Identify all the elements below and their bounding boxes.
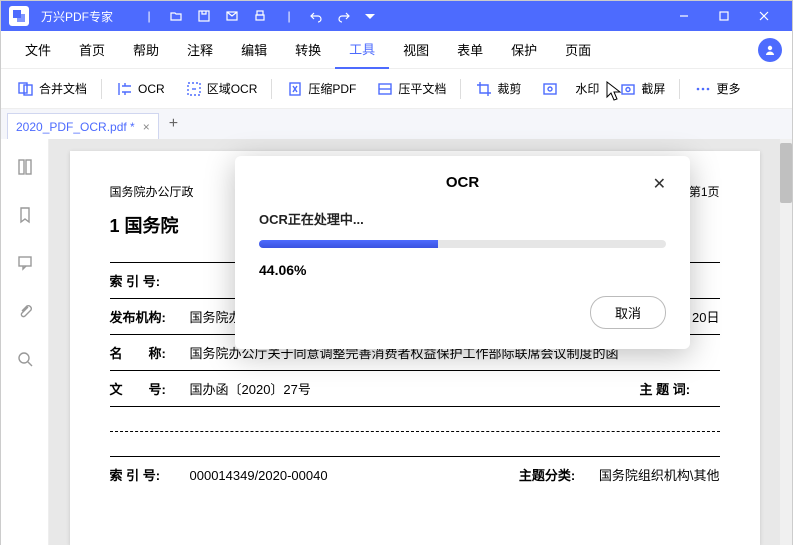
- print-icon[interactable]: [253, 9, 269, 23]
- scrollbar-thumb[interactable]: [780, 143, 792, 203]
- quick-access-toolbar: | |: [141, 9, 381, 23]
- menu-annotate[interactable]: 注释: [173, 31, 227, 69]
- progress-status: OCR正在处理中...: [259, 209, 666, 228]
- watermark-button[interactable]: 水印: [533, 76, 607, 102]
- more-button[interactable]: 更多: [686, 76, 748, 102]
- screenshot-button[interactable]: 截屏: [611, 76, 673, 102]
- compress-icon: [286, 80, 304, 98]
- mail-icon[interactable]: [225, 9, 241, 23]
- crop-button[interactable]: 裁剪: [467, 76, 529, 102]
- close-button[interactable]: [744, 1, 784, 31]
- tab-close-icon[interactable]: ×: [143, 120, 150, 134]
- merge-icon: [17, 80, 35, 98]
- flatten-button[interactable]: 压平文档: [368, 76, 454, 102]
- merge-button[interactable]: 合并文档: [9, 76, 95, 102]
- minimize-button[interactable]: [664, 1, 704, 31]
- toolbar: 合并文档 OCR 区域OCR 压缩PDF 压平文档 裁剪 水印 截屏 更多: [1, 69, 792, 109]
- thumbnails-icon[interactable]: [15, 157, 35, 177]
- menu-protect[interactable]: 保护: [497, 31, 551, 69]
- save-icon[interactable]: [197, 9, 213, 23]
- menu-convert[interactable]: 转换: [281, 31, 335, 69]
- flatten-icon: [376, 80, 394, 98]
- close-icon[interactable]: ✕: [653, 174, 666, 194]
- divider-icon: |: [141, 9, 157, 23]
- user-avatar-icon[interactable]: [758, 38, 782, 62]
- menubar: 文件 首页 帮助 注释 编辑 转换 工具 视图 表单 保护 页面: [1, 31, 792, 69]
- attachments-icon[interactable]: [15, 301, 35, 321]
- search-icon[interactable]: [15, 349, 35, 369]
- menu-file[interactable]: 文件: [11, 31, 65, 69]
- page-number: 第1页: [689, 183, 720, 200]
- bookmark-icon[interactable]: [15, 205, 35, 225]
- divider-icon: |: [281, 9, 297, 23]
- area-ocr-button[interactable]: 区域OCR: [177, 76, 266, 102]
- titlebar: 万兴PDF专家 | |: [1, 1, 792, 31]
- maximize-button[interactable]: [704, 1, 744, 31]
- comments-icon[interactable]: [15, 253, 35, 273]
- ocr-button[interactable]: OCR: [108, 76, 173, 102]
- ocr-icon: [116, 80, 134, 98]
- dialog-title: OCR: [446, 174, 479, 191]
- camera-icon: [619, 80, 637, 98]
- menu-home[interactable]: 首页: [65, 31, 119, 69]
- redo-icon[interactable]: [337, 9, 353, 23]
- document-tab[interactable]: 2020_PDF_OCR.pdf * ×: [7, 113, 159, 139]
- more-icon: [694, 80, 712, 98]
- watermark-icon: [541, 80, 559, 98]
- menu-page[interactable]: 页面: [551, 31, 605, 69]
- menu-form[interactable]: 表单: [443, 31, 497, 69]
- cancel-button[interactable]: 取消: [590, 296, 666, 329]
- tabbar: 2020_PDF_OCR.pdf * × +: [1, 109, 792, 139]
- undo-icon[interactable]: [309, 9, 325, 23]
- doc-header-left: 国务院办公厅政: [110, 183, 194, 200]
- vertical-scrollbar[interactable]: [780, 139, 792, 545]
- menu-view[interactable]: 视图: [389, 31, 443, 69]
- window-controls: [664, 1, 784, 31]
- dropdown-icon[interactable]: [365, 9, 381, 23]
- menu-help[interactable]: 帮助: [119, 31, 173, 69]
- menu-edit[interactable]: 编辑: [227, 31, 281, 69]
- crop-icon: [475, 80, 493, 98]
- compress-button[interactable]: 压缩PDF: [278, 76, 364, 102]
- app-title: 万兴PDF专家: [41, 8, 113, 25]
- progress-percent: 44.06%: [259, 262, 666, 278]
- tab-title: 2020_PDF_OCR.pdf *: [16, 120, 135, 134]
- ocr-progress-dialog: OCR ✕ OCR正在处理中... 44.06% 取消: [235, 156, 690, 349]
- app-logo-icon: [9, 6, 29, 26]
- menu-tools[interactable]: 工具: [335, 31, 389, 69]
- area-ocr-icon: [185, 80, 203, 98]
- add-tab-button[interactable]: +: [159, 115, 188, 133]
- open-icon[interactable]: [169, 9, 185, 23]
- progress-bar: [259, 240, 666, 248]
- sidebar: [1, 139, 49, 545]
